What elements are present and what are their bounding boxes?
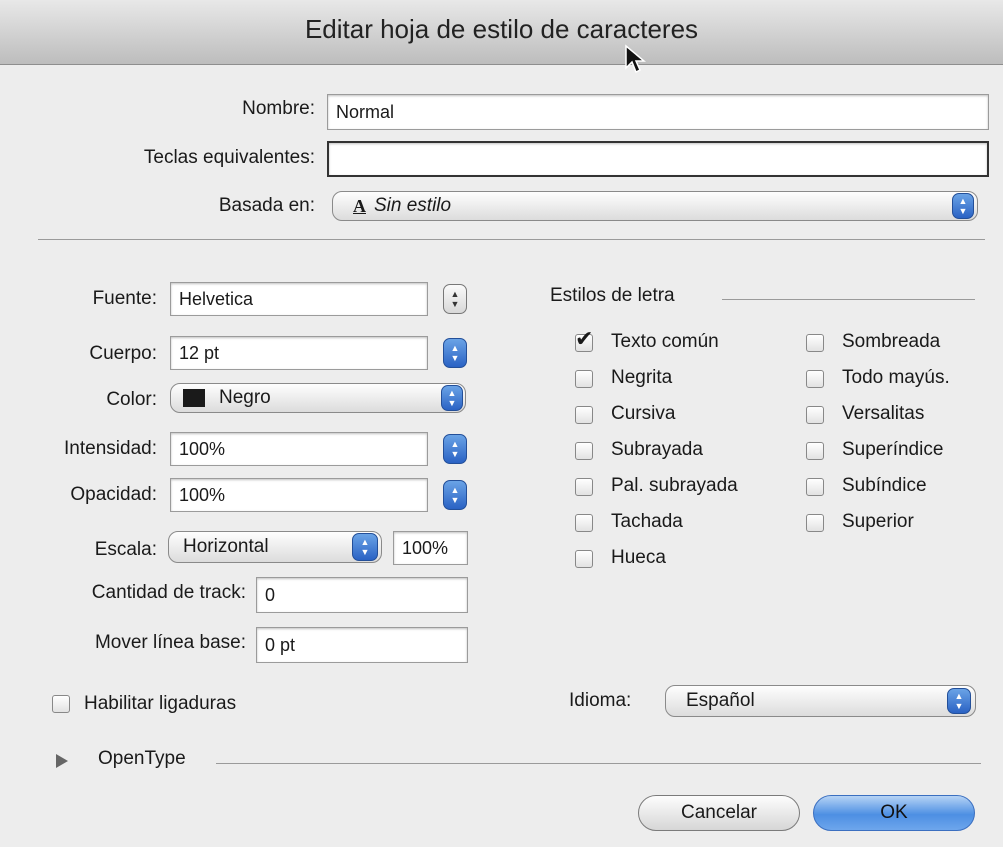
style-checkbox-label: Versalitas: [842, 403, 925, 424]
opacidad-stepper-icon[interactable]: ▲ ▼: [443, 480, 467, 510]
basada-select[interactable]: A Sin estilo: [332, 191, 978, 221]
fuente-stepper-icon[interactable]: ▲ ▼: [443, 284, 467, 314]
idioma-select-arrows-icon[interactable]: ▲ ▼: [947, 688, 971, 714]
style-checkbox[interactable]: [575, 370, 593, 388]
style-checkbox[interactable]: [806, 442, 824, 460]
style-checkbox-label: Superíndice: [842, 439, 944, 460]
style-checkbox-label: Subíndice: [842, 475, 927, 496]
cuerpo-stepper-icon[interactable]: ▲ ▼: [443, 338, 467, 368]
nombre-input[interactable]: Normal: [327, 94, 989, 130]
track-label: Cantidad de track:: [91, 582, 246, 603]
intensidad-input[interactable]: 100%: [170, 432, 428, 466]
opacidad-input[interactable]: 100%: [170, 478, 428, 512]
style-checkbox-label: Hueca: [611, 547, 666, 568]
cuerpo-label: Cuerpo:: [89, 343, 157, 364]
idioma-label: Idioma:: [569, 690, 632, 711]
idioma-value: Español: [686, 690, 755, 711]
text-style-icon: A: [353, 195, 366, 216]
style-checkbox[interactable]: [575, 478, 593, 496]
track-input[interactable]: 0: [256, 577, 468, 613]
style-checkbox[interactable]: [806, 478, 824, 496]
style-checkbox-label: Pal. subrayada: [611, 475, 738, 496]
disclosure-triangle-icon[interactable]: [55, 753, 69, 769]
teclas-label: Teclas equivalentes:: [143, 147, 315, 168]
title-bar: Editar hoja de estilo de caracteres: [0, 0, 1003, 65]
basada-select-arrows-icon[interactable]: ▲ ▼: [952, 193, 974, 219]
style-checkbox[interactable]: [575, 550, 593, 568]
mouse-cursor-icon: [625, 44, 646, 74]
style-checkbox[interactable]: [806, 334, 824, 352]
checkmark-icon: ✔: [575, 326, 594, 351]
estilos-separator: [722, 299, 975, 300]
style-checkbox[interactable]: [575, 514, 593, 532]
color-select-arrows-icon[interactable]: ▲ ▼: [441, 385, 463, 411]
style-checkbox-label: Texto común: [611, 331, 719, 352]
basada-value: Sin estilo: [374, 195, 452, 216]
baseline-label: Mover línea base:: [94, 632, 246, 653]
color-swatch: [183, 389, 205, 407]
style-checkbox[interactable]: [575, 406, 593, 424]
style-checkbox-label: Superior: [842, 511, 914, 532]
style-checkbox-label: Negrita: [611, 367, 673, 388]
intensidad-label: Intensidad:: [64, 438, 157, 459]
style-checkbox[interactable]: [575, 442, 593, 460]
color-value: Negro: [219, 387, 271, 408]
ligaduras-checkbox[interactable]: [52, 695, 70, 713]
baseline-input[interactable]: 0 pt: [256, 627, 468, 663]
top-separator: [38, 239, 985, 240]
fuente-label: Fuente:: [92, 288, 157, 309]
escala-select-arrows-icon[interactable]: ▲ ▼: [352, 533, 378, 561]
escala-value: Horizontal: [183, 536, 269, 557]
cancel-button[interactable]: Cancelar: [638, 795, 800, 831]
fuente-input[interactable]: Helvetica: [170, 282, 428, 316]
ok-button[interactable]: OK: [813, 795, 975, 831]
opacidad-label: Opacidad:: [70, 484, 157, 505]
style-checkbox[interactable]: [806, 514, 824, 532]
style-checkbox[interactable]: [806, 406, 824, 424]
opentype-separator: [216, 763, 981, 764]
style-checkbox-label: Sombreada: [842, 331, 941, 352]
estilos-heading: Estilos de letra: [550, 285, 675, 306]
style-checkbox-label: Cursiva: [611, 403, 676, 424]
escala-percent-input[interactable]: 100%: [393, 531, 468, 565]
opentype-label[interactable]: OpenType: [98, 748, 186, 770]
style-checkbox-label: Todo mayús.: [842, 367, 950, 388]
escala-label: Escala:: [94, 539, 157, 560]
cuerpo-input[interactable]: 12 pt: [170, 336, 428, 370]
window-title: Editar hoja de estilo de caracteres: [304, 14, 699, 44]
nombre-label: Nombre:: [242, 98, 315, 119]
basada-label: Basada en:: [218, 195, 315, 216]
idioma-select[interactable]: Español: [665, 685, 976, 717]
color-label: Color:: [106, 389, 157, 410]
color-select[interactable]: Negro: [170, 383, 466, 413]
teclas-input[interactable]: [327, 141, 989, 177]
intensidad-stepper-icon[interactable]: ▲ ▼: [443, 434, 467, 464]
style-checkbox-label: Tachada: [611, 511, 683, 532]
escala-select[interactable]: Horizontal: [168, 531, 382, 563]
style-checkbox-label: Subrayada: [611, 439, 703, 460]
style-checkbox[interactable]: [806, 370, 824, 388]
ligaduras-label: Habilitar ligaduras: [84, 693, 237, 714]
style-checkbox[interactable]: ✔: [575, 328, 593, 352]
